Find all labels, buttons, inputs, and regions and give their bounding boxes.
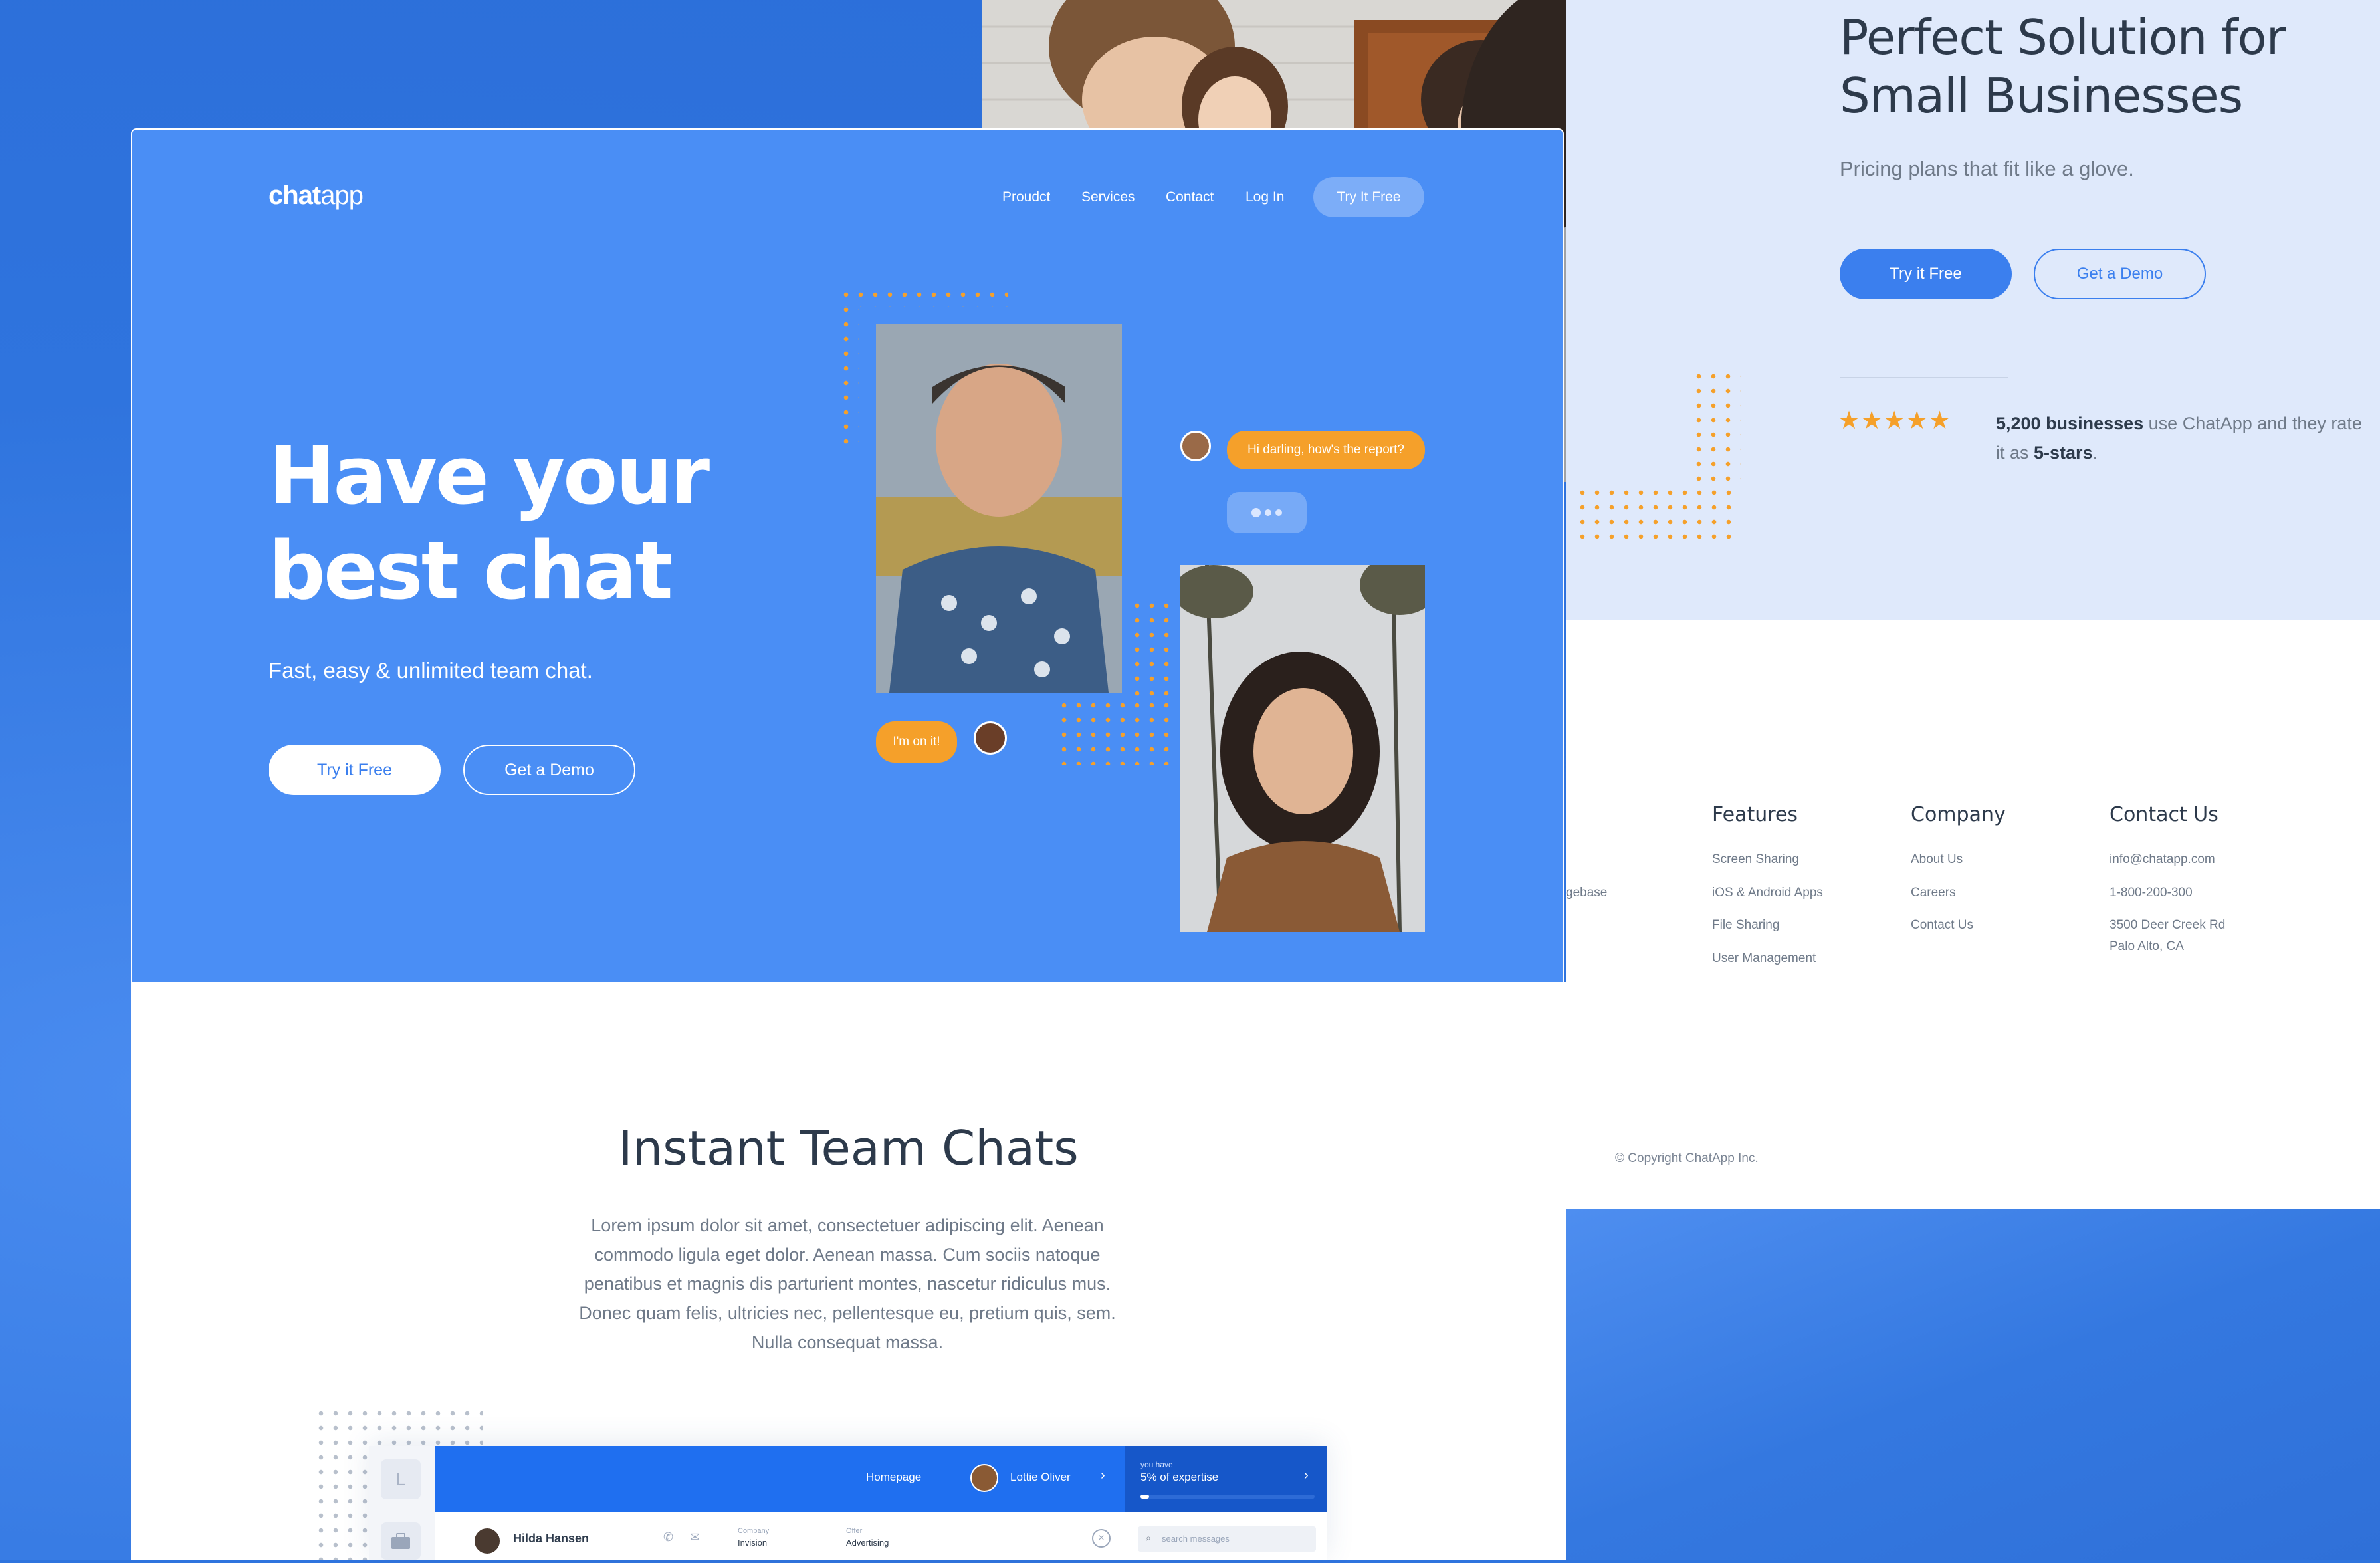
contact-name[interactable]: Hilda Hansen — [513, 1532, 589, 1546]
footer-email[interactable]: info@chatapp.com — [2110, 852, 2215, 867]
footer-link[interactable]: About Us — [1911, 852, 1963, 867]
progress-fill — [1140, 1495, 1150, 1499]
hero-title-line: Have your — [269, 430, 710, 523]
pricing-demo-button[interactable]: Get a Demo — [2034, 249, 2206, 299]
nav-services[interactable]: Services — [1081, 189, 1135, 205]
footer-heading-company: Company — [1911, 803, 2006, 826]
pricing-try-button[interactable]: Try it Free — [1840, 249, 2012, 299]
chevron-right-icon[interactable]: › — [1304, 1468, 1309, 1483]
footer-panel — [1566, 620, 2380, 1209]
pricing-subtitle: Pricing plans that fit like a glove. — [1840, 157, 2134, 180]
star-icon: ★ — [1860, 407, 1884, 435]
hero-title: Have your best chat — [269, 429, 867, 619]
offer-label: Offer — [846, 1527, 863, 1535]
mail-icon[interactable]: ✉ — [690, 1530, 700, 1544]
chevron-right-icon[interactable]: › — [1101, 1468, 1105, 1483]
close-icon[interactable]: × — [1092, 1529, 1111, 1548]
star-rating: ★★★★★ — [1838, 406, 1951, 435]
copyright: © Copyright ChatApp Inc. — [1615, 1151, 1759, 1165]
logo-light: app — [320, 181, 364, 210]
dot-pattern — [839, 302, 859, 452]
nav-homepage[interactable]: Homepage — [866, 1471, 921, 1484]
rating-end: . — [2092, 443, 2098, 463]
offer-value: Advertising — [846, 1538, 889, 1548]
progress-bar — [1140, 1495, 1315, 1499]
hero-demo-button[interactable]: Get a Demo — [463, 745, 635, 795]
stats-label: you have — [1140, 1460, 1173, 1469]
company-value: Invision — [738, 1538, 768, 1548]
user-name[interactable]: Lottie Oliver — [1010, 1471, 1071, 1484]
footer-link[interactable]: File Sharing — [1712, 918, 1779, 933]
star-icon: ★ — [1838, 407, 1861, 435]
footer-link[interactable]: User Management — [1712, 951, 1816, 966]
stats-value: 5% of expertise — [1140, 1471, 1219, 1483]
logo[interactable]: chatapp — [269, 181, 364, 211]
footer-link[interactable]: iOS & Android Apps — [1712, 886, 1823, 900]
phone-icon[interactable]: ✆ — [663, 1530, 673, 1544]
pricing-title: Perfect Solution for Small Businesses — [1840, 9, 2286, 124]
chat-bubble: Hi darling, how's the report? — [1227, 431, 1425, 469]
briefcase-icon[interactable] — [381, 1522, 421, 1560]
company-label: Company — [738, 1527, 770, 1535]
nav-login[interactable]: Log In — [1245, 189, 1284, 205]
blue-panel — [1566, 1209, 2380, 1560]
nav-try-button[interactable]: Try It Free — [1313, 177, 1424, 217]
dot-pattern — [839, 287, 1008, 307]
footer-link[interactable]: Screen Sharing — [1712, 852, 1799, 867]
section-body: Lorem ipsum dolor sit amet, consectetuer… — [579, 1215, 1116, 1352]
footer-link[interactable]: gebase — [1566, 886, 1607, 900]
dot-pattern — [1057, 698, 1176, 765]
footer-address: 3500 Deer Creek Rd — [2110, 918, 2226, 932]
rating-text: 5,200 businesses use ChatApp and they ra… — [1996, 409, 2368, 467]
footer-phone[interactable]: 1-800-200-300 — [2110, 886, 2193, 900]
footer-address: Palo Alto, CA — [2110, 939, 2184, 953]
avatar — [974, 721, 1007, 755]
sidebar-letter-button[interactable]: L — [381, 1459, 421, 1499]
avatar — [473, 1527, 501, 1555]
man-photo — [876, 324, 1122, 693]
star-icon: ★ — [1883, 407, 1906, 435]
search-input[interactable]: ⌕ search messages — [1138, 1526, 1316, 1552]
nav-product[interactable]: Proudct — [1002, 189, 1050, 205]
divider — [1840, 377, 2008, 378]
footer-heading-features: Features — [1712, 803, 1798, 826]
section-title: Instant Team Chats — [618, 1120, 1079, 1176]
hero-title-line: best chat — [269, 525, 673, 618]
typing-indicator — [1227, 492, 1307, 533]
footer-link[interactable]: Contact Us — [1911, 918, 1973, 933]
dot-pattern — [1130, 598, 1176, 705]
rating-count: 5,200 businesses — [1996, 414, 2144, 433]
star-icon: ★ — [1928, 407, 1951, 435]
avatar — [970, 1464, 998, 1492]
star-icon: ★ — [1905, 407, 1929, 435]
dot-pattern — [1575, 485, 1741, 539]
nav-contact[interactable]: Contact — [1166, 189, 1214, 205]
footer-link[interactable]: Careers — [1911, 886, 1956, 900]
search-icon: ⌕ — [1146, 1532, 1151, 1543]
rating-stars: 5-stars — [2034, 443, 2093, 463]
dot-pattern — [1691, 369, 1741, 489]
logo-bold: chat — [269, 181, 321, 210]
hero-try-button[interactable]: Try it Free — [269, 745, 441, 795]
chat-bubble: I'm on it! — [876, 721, 957, 763]
hero-subtitle: Fast, easy & unlimited team chat. — [269, 658, 593, 683]
search-placeholder: search messages — [1162, 1534, 1230, 1544]
woman-photo — [1180, 565, 1425, 932]
footer-heading-contact: Contact Us — [2110, 803, 2218, 826]
avatar — [1180, 431, 1211, 461]
